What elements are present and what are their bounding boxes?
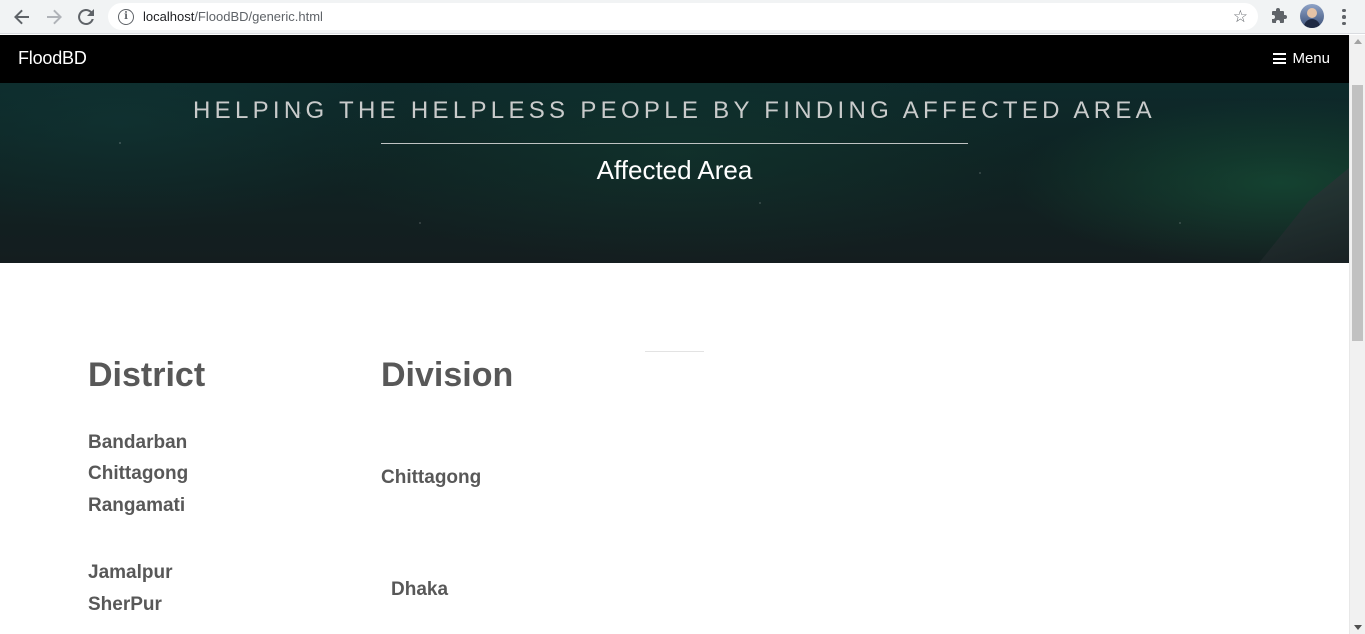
hero-divider [381, 143, 968, 144]
url-path: /FloodBD/generic.html [194, 9, 323, 24]
site-navbar: FloodBD Menu [0, 35, 1349, 83]
district-header: District [88, 356, 206, 394]
section-divider [645, 351, 704, 352]
district-item: SherPur [88, 594, 162, 615]
district-item: Rangamati [88, 495, 186, 516]
hamburger-icon [1273, 53, 1287, 64]
scroll-up-arrow-icon[interactable] [1354, 39, 1362, 44]
district-item: Bandarban [88, 432, 188, 453]
back-icon[interactable] [10, 5, 34, 29]
site-info-icon[interactable]: i [118, 8, 134, 25]
url-text[interactable]: localhost/FloodBD/generic.html [143, 9, 323, 24]
division-item: Chittagong [381, 467, 482, 488]
hero-banner: HELPING THE HELPLESS PEOPLE BY FINDING A… [0, 83, 1349, 263]
district-item: Jamalpur [88, 562, 173, 583]
site-brand-link[interactable]: FloodBD [18, 48, 87, 69]
district-item: Chittagong [88, 463, 189, 484]
hero-title: HELPING THE HELPLESS PEOPLE BY FINDING A… [193, 97, 1156, 124]
url-host: localhost [143, 9, 195, 24]
menu-button[interactable]: Menu [1273, 50, 1330, 67]
extensions-puzzle-icon[interactable] [1270, 7, 1288, 25]
hero-subtitle: Affected Area [596, 155, 753, 185]
browser-menu-icon[interactable] [1336, 5, 1352, 29]
menu-label: Menu [1292, 50, 1330, 67]
scrollbar-thumb[interactable] [1352, 85, 1363, 341]
forward-icon[interactable] [42, 5, 66, 29]
browser-toolbar: i localhost/FloodBD/generic.html ☆ [0, 0, 1365, 34]
address-bar[interactable]: i localhost/FloodBD/generic.html ☆ [108, 3, 1258, 30]
page-scrollbar[interactable] [1349, 35, 1365, 634]
profile-avatar[interactable] [1300, 4, 1324, 28]
division-header: Division [381, 356, 514, 394]
scroll-down-arrow-icon[interactable] [1354, 625, 1362, 630]
division-item: Dhaka [391, 579, 449, 600]
bookmark-star-icon[interactable]: ☆ [1233, 7, 1248, 27]
reload-icon[interactable] [74, 5, 98, 29]
page-viewport: FloodBD Menu HELPING THE HELPLESS PEOPLE… [0, 35, 1349, 634]
